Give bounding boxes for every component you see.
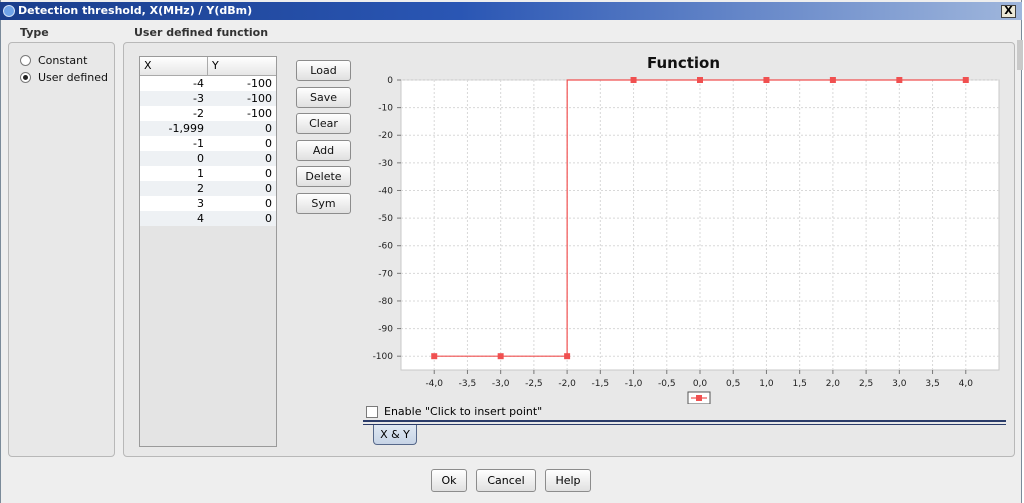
title-bar[interactable]: Detection threshold, X(MHz) / Y(dBm) X <box>0 2 1022 20</box>
cell-x[interactable]: 1 <box>140 166 204 181</box>
x-tick-label: -4,0 <box>425 379 443 389</box>
cell-y[interactable]: -100 <box>208 76 272 91</box>
data-point <box>697 77 703 83</box>
tab-strip-line <box>363 420 1006 422</box>
data-point <box>829 77 836 83</box>
type-label: Type <box>20 26 49 39</box>
load-button[interactable]: Load <box>296 60 351 81</box>
y-tick-label: -20 <box>378 131 393 141</box>
clear-button[interactable]: Clear <box>296 113 351 134</box>
x-tick-label: -1,5 <box>592 379 610 389</box>
column-header-x[interactable]: X <box>140 57 208 75</box>
cell-x[interactable]: -1,999 <box>140 121 204 136</box>
x-tick-label: 1,0 <box>759 379 774 389</box>
close-button[interactable]: X <box>1001 5 1016 18</box>
x-tick-label: -3,5 <box>459 379 477 389</box>
x-tick-label: 4,0 <box>959 379 974 389</box>
x-tick-label: -2,5 <box>525 379 543 389</box>
table-row[interactable]: -4 -100 <box>140 76 276 91</box>
radio-constant[interactable] <box>20 55 31 66</box>
ok-button[interactable]: Ok <box>431 469 467 492</box>
data-point <box>497 353 504 360</box>
x-tick-label: -0,5 <box>658 379 676 389</box>
table-row[interactable]: 30 <box>140 196 276 211</box>
click-insert-checkbox[interactable] <box>366 406 378 418</box>
cell-y[interactable]: 0 <box>208 181 272 196</box>
data-point <box>630 77 637 83</box>
table-header: X Y <box>140 57 276 76</box>
y-tick-label: -100 <box>373 352 394 362</box>
legend-marker <box>696 395 702 401</box>
sym-button[interactable]: Sym <box>296 193 351 214</box>
data-point <box>962 77 969 83</box>
table-row[interactable]: -2 -100 <box>140 106 276 121</box>
x-tick-label: 3,0 <box>892 379 907 389</box>
y-tick-label: -60 <box>378 242 393 252</box>
table-row[interactable]: -3 -100 <box>140 91 276 106</box>
table-row[interactable]: 10 <box>140 166 276 181</box>
x-tick-label: 2,0 <box>826 379 841 389</box>
cell-x[interactable]: 3 <box>140 196 204 211</box>
cell-x[interactable]: 4 <box>140 211 204 226</box>
cell-y[interactable]: 0 <box>208 136 272 151</box>
tab-x-and-y[interactable]: X & Y <box>373 425 417 445</box>
cell-y[interactable]: 0 <box>208 166 272 181</box>
cell-y[interactable]: 0 <box>208 151 272 166</box>
cell-x[interactable]: -1 <box>140 136 204 151</box>
help-button[interactable]: Help <box>545 469 591 492</box>
y-tick-label: 0 <box>387 76 393 86</box>
table-row[interactable]: 20 <box>140 181 276 196</box>
y-tick-label: -80 <box>378 297 393 307</box>
table-row[interactable]: 00 <box>140 151 276 166</box>
cell-x[interactable]: -4 <box>140 76 204 91</box>
x-tick-label: -1,0 <box>625 379 643 389</box>
data-point <box>564 353 571 360</box>
data-point <box>431 353 438 360</box>
tab-strip-line <box>363 424 1006 425</box>
cancel-button[interactable]: Cancel <box>476 469 536 492</box>
x-tick-label: 0,0 <box>693 379 708 389</box>
x-tick-label: 0,5 <box>726 379 740 389</box>
y-tick-label: -90 <box>378 325 393 335</box>
save-button[interactable]: Save <box>296 87 351 108</box>
cell-x[interactable]: -3 <box>140 91 204 106</box>
y-tick-label: -70 <box>378 269 393 279</box>
y-tick-label: -40 <box>378 186 393 196</box>
column-header-y[interactable]: Y <box>208 57 276 75</box>
y-tick-label: -50 <box>378 214 393 224</box>
type-panel <box>8 42 115 457</box>
radio-constant-label[interactable]: Constant <box>38 54 87 67</box>
cell-x[interactable]: 2 <box>140 181 204 196</box>
data-point <box>763 77 770 83</box>
cell-y[interactable]: -100 <box>208 106 272 121</box>
y-tick-label: -30 <box>378 159 393 169</box>
delete-button[interactable]: Delete <box>296 166 351 187</box>
table-row[interactable]: -1 0 <box>140 136 276 151</box>
cell-y[interactable]: -100 <box>208 91 272 106</box>
data-point <box>896 77 903 83</box>
function-chart[interactable]: 0 -10 -20 -30 -40 -50 -60 -70 -80 -90 -100 -4,0 -3,5… <box>363 52 1004 404</box>
x-tick-label: 3,5 <box>925 379 939 389</box>
table-row[interactable]: -1,999 0 <box>140 121 276 136</box>
x-tick-label: 1,5 <box>793 379 807 389</box>
scrollbar[interactable] <box>1017 40 1023 70</box>
click-insert-label[interactable]: Enable "Click to insert point" <box>384 405 542 418</box>
radio-user-defined[interactable] <box>20 72 31 83</box>
points-table[interactable]: X Y -4 -100 -3 -100 -2 -100 -1,999 0 -1 0 00 … <box>139 56 277 447</box>
y-tick-label: -10 <box>378 104 393 114</box>
cell-y[interactable]: 0 <box>208 196 272 211</box>
x-tick-label: -2,0 <box>558 379 576 389</box>
window-title: Detection threshold, X(MHz) / Y(dBm) <box>18 4 253 17</box>
app-icon <box>3 5 15 17</box>
radio-user-defined-label[interactable]: User defined <box>38 71 108 84</box>
function-label: User defined function <box>134 26 269 39</box>
x-tick-label: -3,0 <box>492 379 510 389</box>
x-tick-label: 2,5 <box>859 379 873 389</box>
cell-x[interactable]: 0 <box>140 151 204 166</box>
cell-y[interactable]: 0 <box>208 211 272 226</box>
add-button[interactable]: Add <box>296 140 351 161</box>
cell-y[interactable]: 0 <box>208 121 272 136</box>
table-row[interactable]: 40 <box>140 211 276 226</box>
cell-x[interactable]: -2 <box>140 106 204 121</box>
